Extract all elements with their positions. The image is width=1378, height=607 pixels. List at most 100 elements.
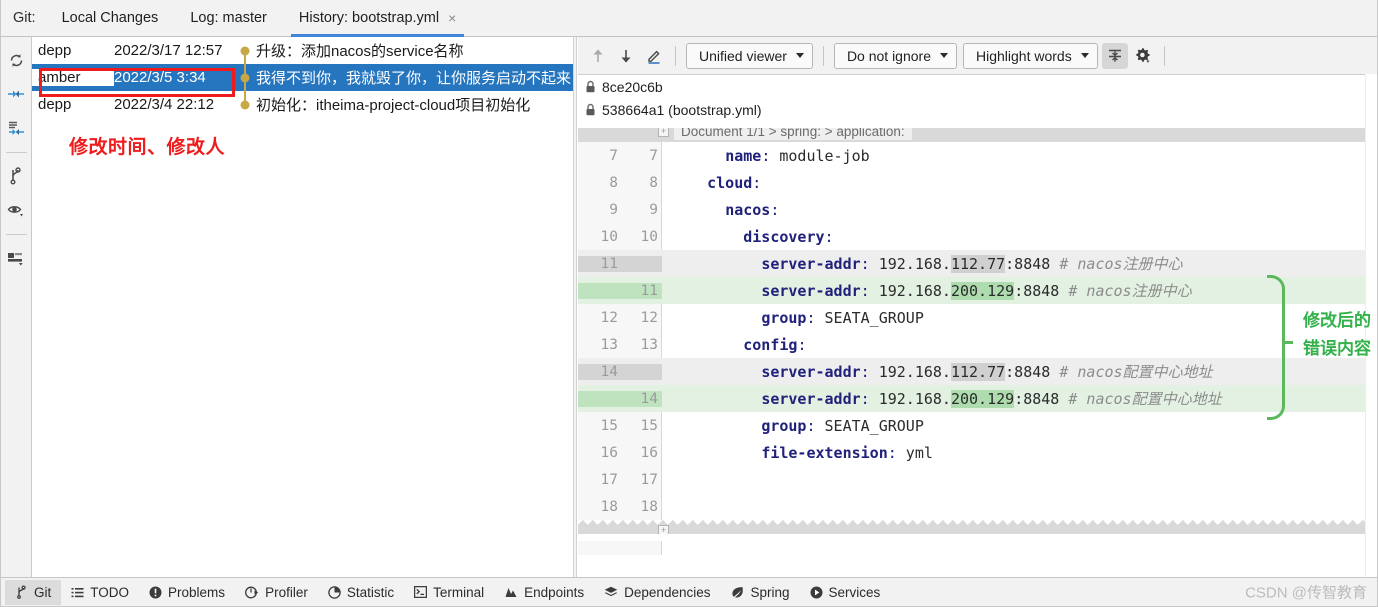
status-item-services-label: Services	[828, 584, 881, 600]
tab-log-master[interactable]: Log: master	[174, 0, 283, 37]
collapse-all-icon[interactable]	[3, 79, 29, 109]
idea-git-history-window: Git: Local Changes Log: master History: …	[0, 0, 1378, 607]
line-numbers: 14	[578, 390, 662, 407]
collapsed-fragment-bottom[interactable]: +	[578, 520, 1377, 541]
status-item-endpoints[interactable]: Endpoints	[494, 580, 594, 605]
changed-word: 200.129	[950, 390, 1015, 408]
yaml-key: name	[725, 146, 762, 165]
new-line-number: 9	[649, 201, 658, 218]
code-text: nacos:	[725, 200, 780, 219]
revision-hash-before: 8ce20c6b	[602, 78, 663, 95]
diff-code-area[interactable]: + Document 1/1 > spring: > application: …	[578, 121, 1377, 555]
refresh-icon[interactable]	[3, 45, 29, 75]
branch-icon[interactable]	[3, 161, 29, 191]
new-line-number: 18	[640, 498, 658, 515]
new-line-number: 17	[640, 471, 658, 488]
terminal-icon	[414, 586, 428, 598]
tab-local-changes[interactable]: Local Changes	[46, 0, 175, 37]
previous-difference-icon[interactable]	[585, 43, 611, 69]
commit-graph-node	[234, 64, 256, 91]
yaml-value-prefix: 192.168.	[869, 363, 951, 381]
panel-splitter[interactable]	[573, 37, 577, 578]
yaml-key: discovery	[743, 227, 825, 246]
status-item-services[interactable]: Services	[800, 580, 891, 605]
code-line: 13 13 config:	[578, 331, 1377, 358]
whitespace-select[interactable]: Do not ignore	[833, 42, 957, 69]
code-line-deleted: 14 server-addr: 192.168.112.77:8848 # na…	[578, 358, 1377, 385]
new-line-number	[618, 256, 658, 272]
old-line-number: 16	[600, 444, 618, 461]
old-line-number: 9	[609, 201, 618, 218]
status-item-profiler[interactable]: Profiler	[235, 580, 318, 605]
code-line: 9 9 nacos:	[578, 196, 1377, 223]
old-line-number: 11	[600, 255, 618, 272]
expand-collapse-icon[interactable]	[3, 113, 29, 143]
new-line-number: 13	[640, 336, 658, 353]
changed-word: 112.77	[950, 255, 1006, 273]
code-line: 12 12 group: SEATA_GROUP	[578, 304, 1377, 331]
viewer-mode-select[interactable]: Unified viewer	[686, 42, 813, 69]
chevron-down-icon	[795, 53, 804, 58]
highlight-label: Highlight words	[976, 47, 1072, 64]
expand-fragment-icon[interactable]: +	[658, 126, 669, 137]
table-row[interactable]: amber 2022/3/5 3:34 我得不到你，我就毁了你，让你服务启动不起…	[32, 64, 573, 91]
old-line-number: 14	[600, 363, 618, 380]
old-line-number: 7	[609, 147, 618, 164]
status-item-problems[interactable]: Problems	[139, 580, 235, 605]
rail-divider-2	[5, 234, 27, 235]
commit-subject: 升级：添加nacos的service名称	[256, 43, 464, 60]
status-item-todo[interactable]: TODO	[61, 580, 139, 605]
yaml-key: file-extension	[761, 443, 888, 462]
layout-icon[interactable]	[3, 243, 29, 273]
code-line-deleted: 11 server-addr: 192.168.112.77:8848 # na…	[578, 250, 1377, 277]
yaml-value-prefix: 192.168.	[869, 390, 951, 408]
status-item-terminal-label: Terminal	[433, 584, 485, 600]
pie-icon	[328, 585, 341, 599]
edit-source-icon[interactable]	[641, 43, 667, 69]
close-icon[interactable]: ×	[448, 11, 456, 25]
code-text: file-extension: yml	[761, 443, 933, 462]
highlight-select[interactable]: Highlight words	[963, 42, 1098, 69]
chevron-down-icon	[940, 53, 948, 58]
next-difference-icon[interactable]	[613, 43, 639, 69]
git-label: Git:	[13, 10, 36, 26]
status-item-statistic-label: Statistic	[346, 584, 395, 600]
yaml-comment: # nacos注册中心	[1068, 282, 1192, 300]
status-item-git[interactable]: Git	[5, 579, 62, 605]
line-numbers: 7 7	[578, 148, 662, 164]
new-line-number: 15	[640, 417, 658, 434]
table-row[interactable]: depp 2022/3/4 22:12 初始化：itheima-project-…	[32, 91, 573, 118]
old-line-number: 10	[600, 228, 618, 245]
play-icon	[810, 586, 823, 599]
yaml-key: group	[761, 416, 807, 435]
annotation-green-label: 修改后的 错误内容	[1303, 307, 1371, 363]
status-item-statistic[interactable]: Statistic	[318, 580, 404, 605]
status-item-dependencies[interactable]: Dependencies	[594, 580, 720, 605]
table-row[interactable]: depp 2022/3/17 12:57 升级：添加nacos的service名…	[32, 37, 573, 64]
line-numbers: 17 17	[578, 472, 662, 488]
collapsed-fragment-top[interactable]: + Document 1/1 > spring: > application:	[578, 121, 1377, 142]
code-line: 15 15 group: SEATA_GROUP	[578, 412, 1377, 439]
status-item-problems-label: Problems	[168, 584, 226, 600]
viewer-mode-label: Unified viewer	[699, 47, 787, 64]
eye-icon[interactable]	[3, 195, 29, 225]
tab-history-bootstrap-yml[interactable]: History: bootstrap.yml ×	[283, 0, 472, 37]
status-item-spring[interactable]: Spring	[720, 580, 799, 605]
status-item-terminal[interactable]: Terminal	[404, 580, 494, 605]
gear-icon[interactable]	[1130, 43, 1156, 69]
new-line-number: 10	[640, 228, 658, 245]
old-line-number: 13	[600, 336, 618, 353]
yaml-value: SEATA_GROUP	[815, 416, 924, 435]
yaml-key: server-addr	[761, 282, 861, 300]
revision-hash-after: 538664a1 (bootstrap.yml)	[602, 101, 762, 118]
status-item-git-label: Git	[34, 584, 52, 600]
yaml-key: server-addr	[761, 255, 861, 273]
code-text: cloud:	[707, 173, 762, 192]
commit-list[interactable]: depp 2022/3/17 12:57 升级：添加nacos的service名…	[32, 37, 573, 578]
commit-author: amber	[32, 69, 114, 86]
new-line-number: 8	[649, 174, 658, 191]
expand-fragment-icon[interactable]: +	[658, 525, 669, 536]
commit-author: depp	[38, 42, 72, 59]
yaml-value-suffix: :8848	[1014, 390, 1069, 408]
collapse-unchanged-fragments-icon[interactable]	[1101, 42, 1128, 69]
